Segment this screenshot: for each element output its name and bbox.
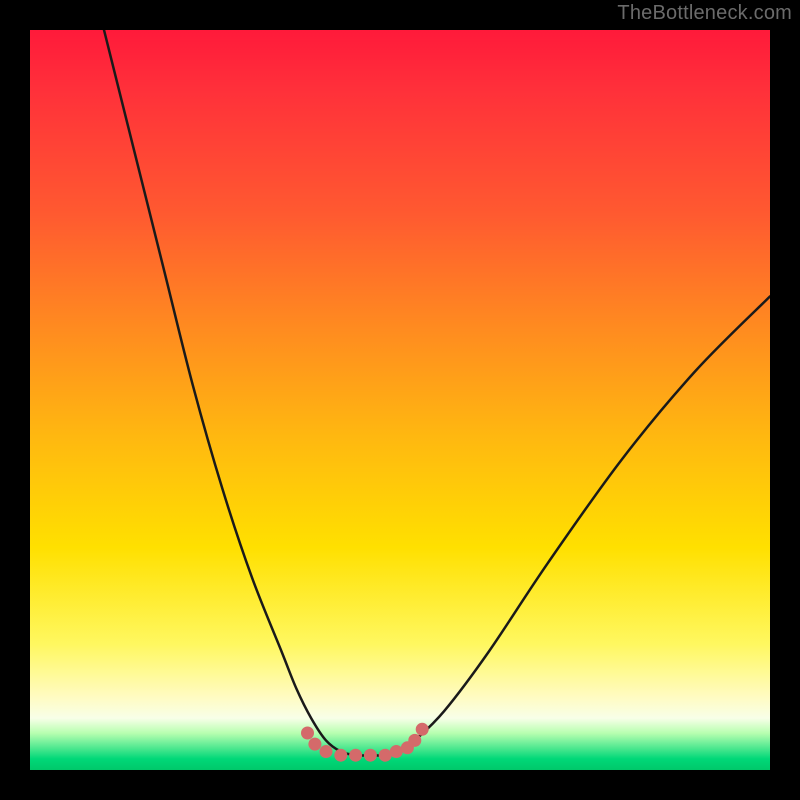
chart-frame: TheBottleneck.com bbox=[0, 0, 800, 800]
valley-marker bbox=[390, 745, 403, 758]
valley-marker bbox=[349, 749, 362, 762]
valley-marker bbox=[334, 749, 347, 762]
valley-marker bbox=[308, 738, 321, 751]
valley-marker bbox=[416, 723, 429, 736]
valley-marker bbox=[301, 727, 314, 740]
valley-marker bbox=[364, 749, 377, 762]
plot-area bbox=[30, 30, 770, 770]
bottleneck-curve bbox=[104, 30, 770, 755]
bottleneck-curve-svg bbox=[30, 30, 770, 770]
watermark-text: TheBottleneck.com bbox=[617, 2, 792, 25]
valley-marker bbox=[379, 749, 392, 762]
valley-marker bbox=[408, 734, 421, 747]
valley-marker bbox=[320, 745, 333, 758]
